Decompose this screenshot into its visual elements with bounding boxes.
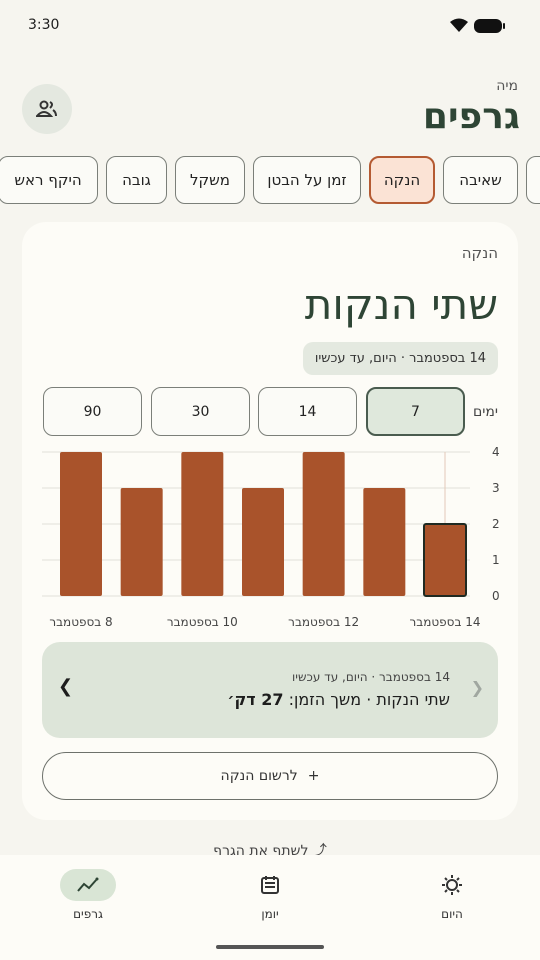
trending-icon <box>60 869 116 901</box>
journal-icon <box>242 869 298 901</box>
category-tabs: שאיבה הנקה זמן על הבטן משקל גובה היקף רא… <box>0 156 540 204</box>
y-tick-label: 2 <box>492 517 500 531</box>
tab-pumping[interactable]: שאיבה <box>443 156 518 204</box>
entry-description: שתי הנקות · משך הזמן: <box>288 690 450 709</box>
entry-duration: 27 דק׳ <box>227 690 284 709</box>
nav-today[interactable]: היום <box>392 869 512 921</box>
bar-9 בספטמבר[interactable] <box>120 488 163 596</box>
entry-text: שתי הנקות · משך הזמן: 27 דק׳ <box>227 690 450 709</box>
nav-today-label: היום <box>441 907 463 921</box>
log-feeding-label: לרשום הנקה <box>220 768 298 784</box>
tab-weight[interactable]: משקל <box>175 156 245 204</box>
bar-13 בספטמבר[interactable] <box>363 488 406 596</box>
bar-8 בספטמבר[interactable] <box>60 452 102 596</box>
wifi-icon <box>450 18 468 32</box>
entry-date: 14 בספטמבר · היום, עד עכשיו <box>292 670 450 684</box>
y-tick-label: 1 <box>492 553 500 567</box>
profiles-button[interactable] <box>22 84 72 134</box>
nav-journal[interactable]: יומן <box>210 869 330 921</box>
entry-summary[interactable]: ❯ 14 בספטמבר · היום, עד עכשיו שתי הנקות … <box>42 642 498 738</box>
log-feeding-button[interactable]: + לרשום הנקה <box>42 752 498 800</box>
days-7-button[interactable]: 7 <box>366 387 465 436</box>
tab-head-circumference[interactable]: היקף ראש <box>0 156 98 204</box>
sun-icon <box>424 869 480 901</box>
battery-icon <box>474 19 505 33</box>
child-name: מיה <box>496 78 518 94</box>
card-title: שתי הנקות <box>304 280 498 329</box>
nav-journal-label: יומן <box>261 907 279 921</box>
y-tick-label: 0 <box>492 589 500 603</box>
page-title: גרפים <box>422 96 520 137</box>
home-indicator <box>216 945 324 949</box>
x-tick-label: 14 בספטמבר <box>410 615 481 629</box>
clock: 3:30 <box>28 17 60 33</box>
x-tick-label: 10 בספטמבר <box>167 615 238 629</box>
tab-breastfeeding[interactable]: הנקה <box>369 156 435 204</box>
date-range-chip: 14 בספטמבר · היום, עד עכשיו <box>302 342 498 375</box>
y-tick-label: 4 <box>492 445 500 459</box>
nav-charts-label: גרפים <box>73 907 103 921</box>
days-label: ימים <box>472 404 498 420</box>
plus-icon: + <box>307 768 320 784</box>
days-30-button[interactable]: 30 <box>151 387 250 436</box>
chart-card: הנקה שתי הנקות 14 בספטמבר · היום, עד עכש… <box>22 222 518 820</box>
y-tick-label: 3 <box>492 481 500 495</box>
card-category: הנקה <box>461 244 498 262</box>
chevron-right-icon[interactable]: ❯ <box>471 678 484 697</box>
tab-tummy-time[interactable]: זמן על הבטן <box>253 156 361 204</box>
bar-12 בספטמבר[interactable] <box>302 452 345 596</box>
tab-overflow[interactable] <box>526 156 540 204</box>
bar-chart: 0 1 2 3 4 8 בספטמבר 10 בספטמבר 12 בספטמבר 14 בספ… <box>42 445 500 629</box>
bar-10 בספטמבר[interactable] <box>181 452 224 596</box>
chevron-left-icon[interactable]: ❮ <box>58 676 73 697</box>
bar-14 בספטמבר[interactable] <box>423 523 467 597</box>
bar-11 בספטמבר[interactable] <box>242 488 284 596</box>
days-90-button[interactable]: 90 <box>43 387 142 436</box>
people-icon <box>36 100 57 117</box>
nav-charts[interactable]: גרפים <box>28 869 148 921</box>
x-tick-label: 8 בספטמבר <box>49 615 112 629</box>
tab-height[interactable]: גובה <box>106 156 167 204</box>
status-bar: 3:30 <box>0 0 540 52</box>
x-tick-label: 12 בספטמבר <box>288 615 359 629</box>
days-14-button[interactable]: 14 <box>258 387 357 436</box>
